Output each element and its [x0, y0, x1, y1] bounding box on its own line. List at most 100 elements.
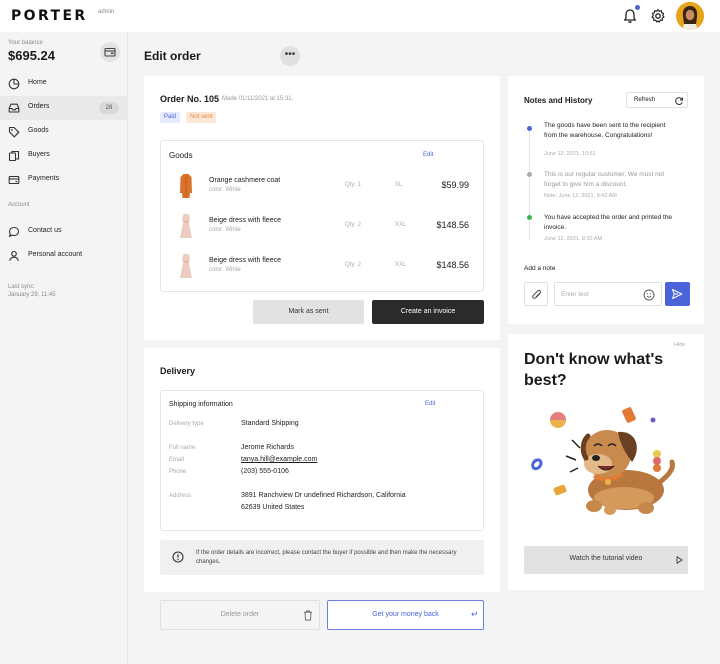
sidebar-item-goods[interactable]: Goods	[0, 120, 128, 144]
timeline-entry-text: The goods have been sent to the recipien…	[544, 122, 666, 139]
dog-illustration	[531, 407, 675, 515]
logo[interactable]: PORTER	[11, 8, 88, 24]
attach-button[interactable]	[524, 282, 548, 306]
sidebar-item-label: Orders	[28, 103, 50, 110]
product-name: Orange cashmere coat	[209, 177, 281, 184]
tutorial-label: Watch the tutorial video	[569, 555, 643, 562]
full-name-value: Jerome Richards	[241, 444, 294, 451]
money-back-button[interactable]: Get your money back ↵	[327, 600, 484, 630]
account-section-label: Account	[8, 202, 30, 208]
timeline-entry-text: This is our regular customer. We must no…	[544, 171, 665, 188]
email-label: Email	[169, 457, 185, 463]
play-icon	[676, 556, 683, 564]
sidebar-item-orders[interactable]: Orders 28	[0, 96, 128, 120]
product-name: Beige dress with fleece	[209, 257, 281, 264]
sidebar: Your balance $695.24 Home Orders 28 Good…	[0, 32, 128, 664]
bell-icon[interactable]	[622, 8, 638, 24]
product-qty: Qty: 1	[345, 182, 362, 188]
note-text-input[interactable]: Enter text	[554, 282, 662, 306]
goods-title: Goods	[169, 151, 193, 160]
sidebar-item-personal-account[interactable]: Personal account	[0, 244, 128, 268]
send-note-button[interactable]	[665, 282, 690, 306]
address-label: Address	[169, 493, 192, 499]
status-badge-not-sent: Not sent	[186, 112, 217, 123]
dress-thumbnail-icon	[180, 254, 192, 278]
full-name-label: Full name	[169, 445, 196, 451]
order-card: Order No. 105 Made 01/11/2021 at 15:31. …	[144, 76, 500, 340]
delivery-type-label: Delivery type	[169, 421, 204, 427]
sidebar-item-contact-us[interactable]: Contact us	[0, 220, 128, 244]
mark-as-sent-button[interactable]: Mark as sent	[253, 300, 364, 324]
watch-tutorial-button[interactable]: Watch the tutorial video	[524, 546, 688, 574]
emoji-icon[interactable]	[643, 289, 655, 301]
refresh-icon	[675, 97, 684, 105]
timeline-line	[529, 126, 530, 240]
shipping-info-title: Shipping information	[169, 401, 233, 408]
sidebar-item-label: Home	[28, 79, 47, 86]
product-size: XXL	[395, 222, 407, 228]
sidebar-item-buyers[interactable]: Buyers	[0, 144, 128, 168]
sidebar-item-home[interactable]: Home	[0, 72, 128, 96]
coat-thumbnail-icon	[180, 174, 192, 198]
goods-row[interactable]: Beige dress with fleece color: White Qty…	[161, 249, 483, 289]
more-options-button[interactable]: •••	[280, 46, 300, 66]
product-qty: Qty: 2	[345, 222, 362, 228]
product-price: $59.99	[441, 180, 469, 190]
notes-title: Notes and History	[524, 96, 593, 105]
page-title: Edit order	[144, 49, 201, 63]
card-icon	[8, 175, 20, 185]
tag-icon	[8, 126, 20, 138]
delivery-card: Delivery Shipping information Edit Deliv…	[144, 348, 500, 592]
product-qty: Qty: 2	[345, 262, 362, 268]
paperclip-icon	[532, 289, 541, 299]
trash-icon	[304, 610, 312, 621]
goods-row[interactable]: Orange cashmere coat color: White Qty: 1…	[161, 169, 483, 209]
user-icon	[9, 250, 19, 261]
shipping-info-section: Shipping information Edit Delivery type …	[160, 390, 484, 531]
balance-value: $695.24	[8, 48, 55, 63]
send-icon	[672, 289, 683, 299]
wallet-button[interactable]	[100, 42, 120, 62]
status-badge-paid: Paid	[160, 112, 181, 123]
info-notice: If the order details are incorrect, plea…	[160, 540, 484, 575]
promo-card: Hide Don't know what's best? Watch the t…	[508, 334, 704, 590]
gear-icon[interactable]	[650, 8, 666, 24]
shipping-edit-link[interactable]: Edit	[425, 401, 435, 407]
product-size: XXL	[395, 262, 407, 268]
top-bar: PORTER admin	[0, 0, 720, 32]
timeline-dot	[527, 172, 532, 177]
info-text: If the order details are incorrect, plea…	[196, 550, 457, 565]
product-price: $148.56	[436, 220, 469, 230]
sidebar-item-label: Buyers	[28, 151, 50, 158]
timeline-entry-text: You have accepted the order and printed …	[544, 214, 673, 231]
product-price: $148.56	[436, 260, 469, 270]
timeline-entry-date: June 12, 2021, 10:51	[544, 151, 596, 157]
sidebar-item-payments[interactable]: Payments	[0, 168, 128, 192]
sidebar-item-label: Payments	[28, 175, 60, 182]
goods-edit-link[interactable]: Edit	[423, 152, 433, 158]
refresh-button[interactable]: Refresh	[626, 92, 688, 108]
delete-order-label: Delete order	[220, 611, 260, 618]
avatar[interactable]	[676, 2, 704, 30]
product-name: Beige dress with fleece	[209, 217, 281, 224]
refresh-label: Refresh	[634, 97, 656, 103]
notification-dot	[635, 5, 640, 10]
sidebar-item-label: Contact us	[28, 227, 62, 234]
product-size: XL	[395, 182, 403, 188]
balance-label: Your balance	[8, 40, 43, 46]
email-link[interactable]: tanya.hill@example.com	[241, 456, 317, 463]
delete-order-button[interactable]: Delete order	[160, 600, 320, 630]
sidebar-item-label: Personal account	[28, 251, 83, 258]
create-invoice-button[interactable]: Create an invoice	[372, 300, 484, 324]
hide-link[interactable]: Hide	[674, 342, 685, 348]
goods-row[interactable]: Beige dress with fleece color: White Qty…	[161, 209, 483, 249]
address-line-2: 62639 United States	[241, 504, 305, 511]
phone-label: Phone	[169, 469, 187, 475]
timeline-dot	[527, 126, 532, 131]
logo-subtitle: admin	[98, 9, 115, 15]
delivery-title: Delivery	[160, 366, 196, 376]
chat-icon	[8, 226, 20, 238]
notes-card: Notes and History Refresh The goods have…	[508, 76, 704, 324]
pie-chart-icon	[8, 78, 20, 90]
note-input-placeholder: Enter text	[561, 291, 589, 298]
